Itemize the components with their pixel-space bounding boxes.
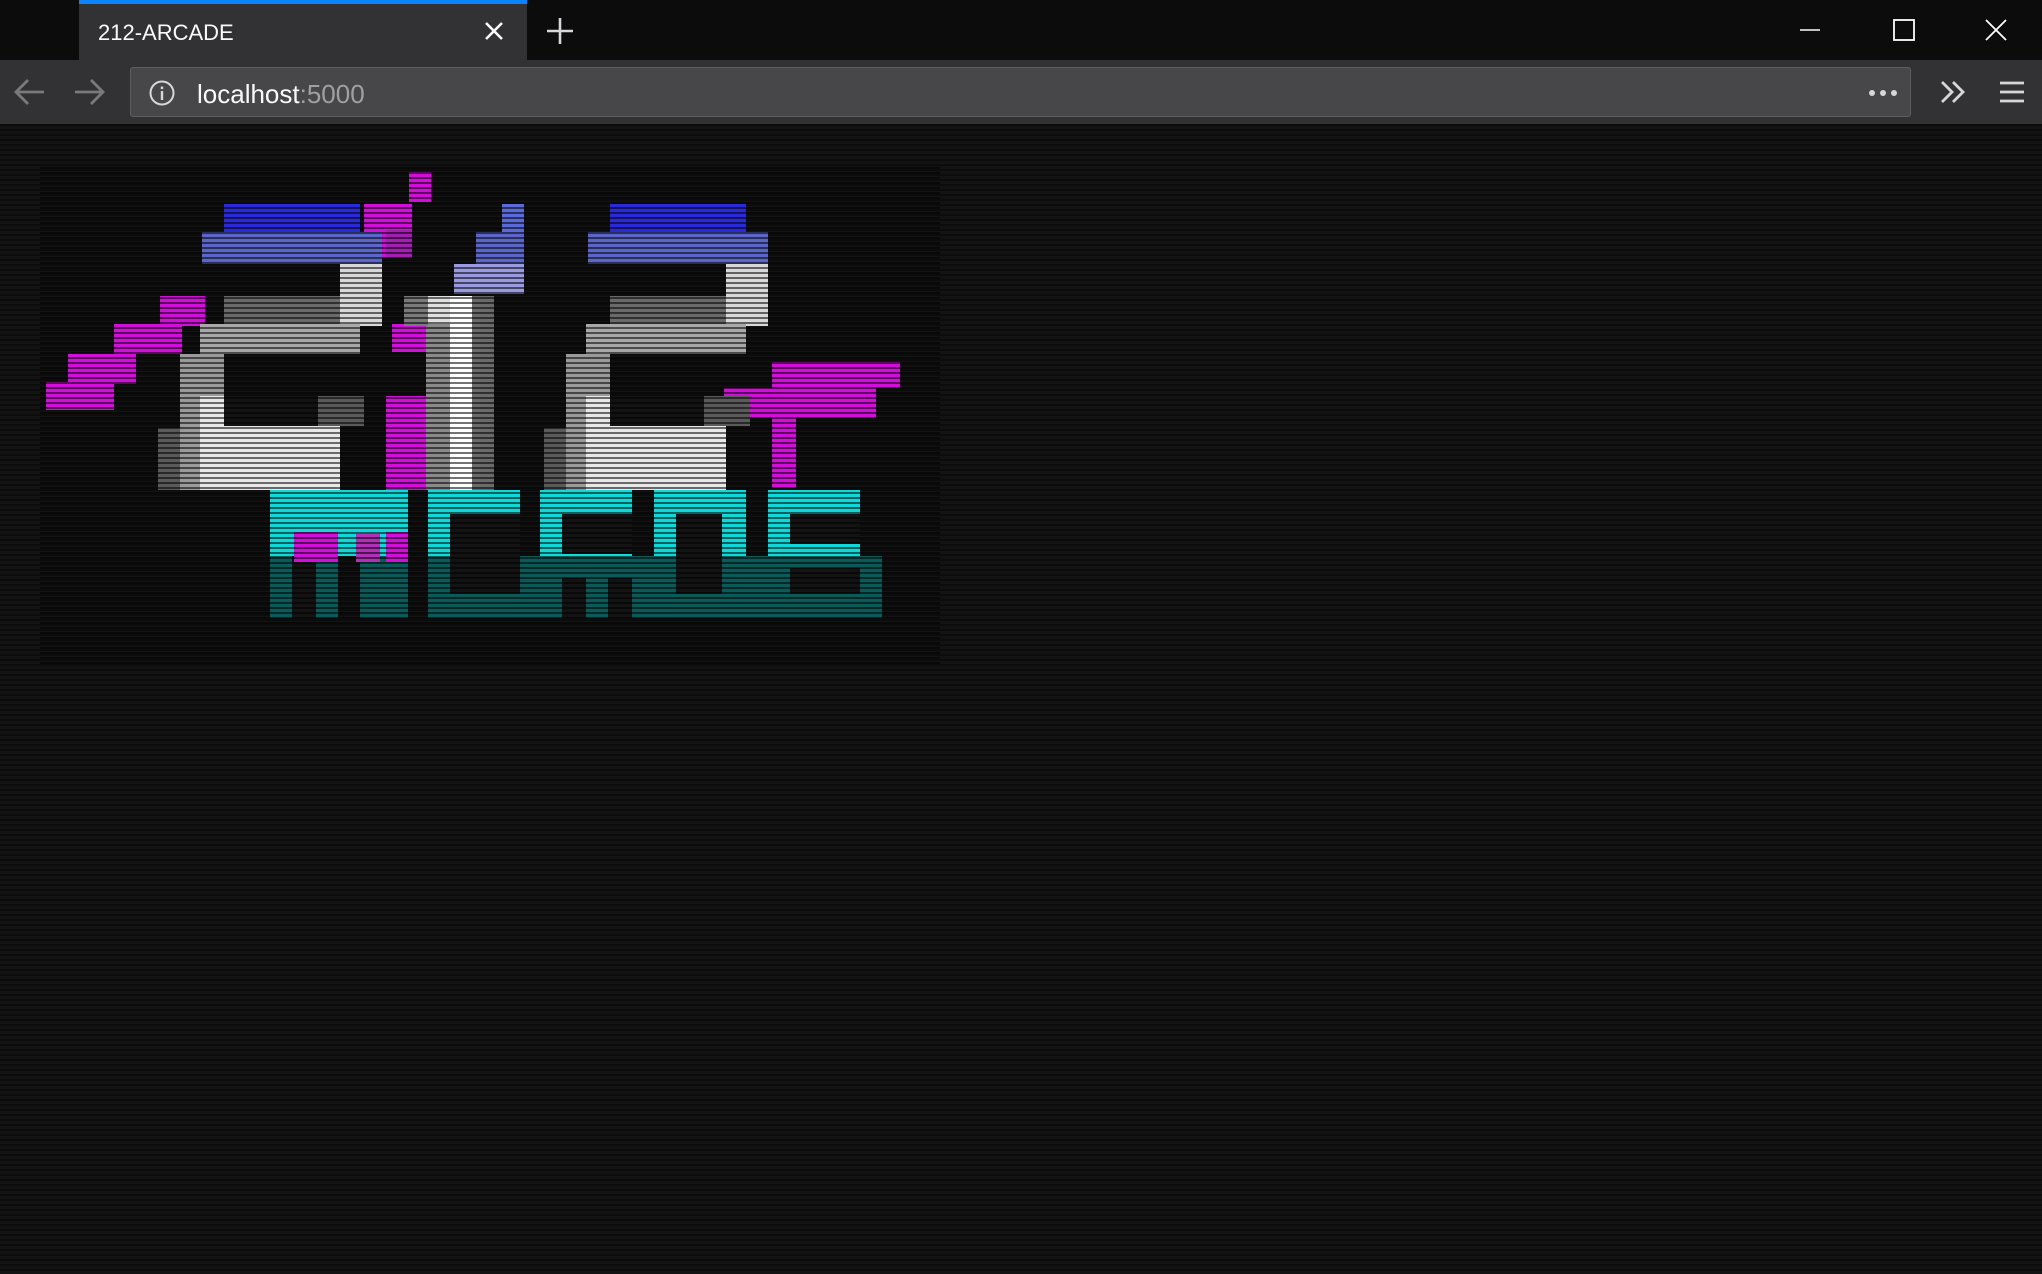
arrow-left-icon[interactable]: [10, 74, 50, 110]
arcade-logo: [40, 164, 940, 664]
ellipsis-icon[interactable]: [1864, 80, 1902, 106]
navigation-toolbar: localhost:5000: [0, 60, 2042, 124]
tab-strip: 212-ARCADE: [0, 0, 2042, 60]
minimize-icon[interactable]: [1790, 10, 1830, 50]
url-port: :5000: [299, 79, 365, 109]
plus-icon[interactable]: [543, 14, 577, 48]
page-content: [0, 124, 2042, 1274]
maximize-icon[interactable]: [1884, 10, 1924, 50]
close-icon[interactable]: [481, 18, 507, 44]
address-bar[interactable]: localhost:5000: [130, 67, 1911, 117]
double-chevron-icon[interactable]: [1934, 74, 1972, 110]
url-text[interactable]: localhost:5000: [197, 79, 365, 110]
arrow-right-icon[interactable]: [69, 74, 109, 110]
active-tab[interactable]: 212-ARCADE: [79, 0, 527, 60]
info-icon[interactable]: [148, 79, 176, 107]
close-window-icon[interactable]: [1976, 10, 2016, 50]
tab-title: 212-ARCADE: [98, 20, 234, 45]
hamburger-icon[interactable]: [1992, 74, 2032, 110]
url-host: localhost: [197, 79, 300, 109]
